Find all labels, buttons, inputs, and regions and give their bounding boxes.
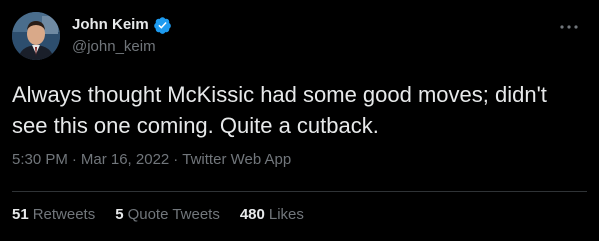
author-handle[interactable]: @john_keim <box>72 37 156 57</box>
avatar[interactable] <box>12 12 60 60</box>
meta-separator: · <box>173 151 179 168</box>
tweet-time[interactable]: 5:30 PM <box>12 151 68 168</box>
verified-badge-icon <box>153 16 172 35</box>
likes-label: Likes <box>268 206 304 223</box>
more-options-icon[interactable] <box>559 17 579 37</box>
likes-count: 480 <box>239 206 265 223</box>
retweets-stat[interactable]: 51 Retweets <box>12 205 95 225</box>
tweet-card: John Keim @john_keim Always thought McKi… <box>0 0 599 241</box>
quote-tweets-count: 5 <box>115 206 124 223</box>
avatar-image <box>12 12 60 60</box>
tweet-date[interactable]: Mar 16, 2022 <box>81 151 169 168</box>
tweet-text: Always thought McKissic had some good mo… <box>12 82 547 138</box>
quote-tweets-stat[interactable]: 5 Quote Tweets <box>115 205 220 225</box>
retweets-count: 51 <box>12 206 29 223</box>
quote-tweets-label: Quote Tweets <box>127 206 220 223</box>
likes-stat[interactable]: 480 Likes <box>240 205 304 225</box>
tweet-source[interactable]: Twitter Web App <box>182 151 291 168</box>
tweet-metadata: 5:30 PM · Mar 16, 2022 · Twitter Web App <box>12 150 291 170</box>
meta-separator: · <box>71 151 77 168</box>
engagement-stats: 51 Retweets 5 Quote Tweets 480 Likes <box>12 205 324 225</box>
author-display-name[interactable]: John Keim <box>72 15 149 35</box>
author-name-row: John Keim <box>72 15 172 35</box>
retweets-label: Retweets <box>32 206 96 223</box>
divider <box>12 191 587 192</box>
